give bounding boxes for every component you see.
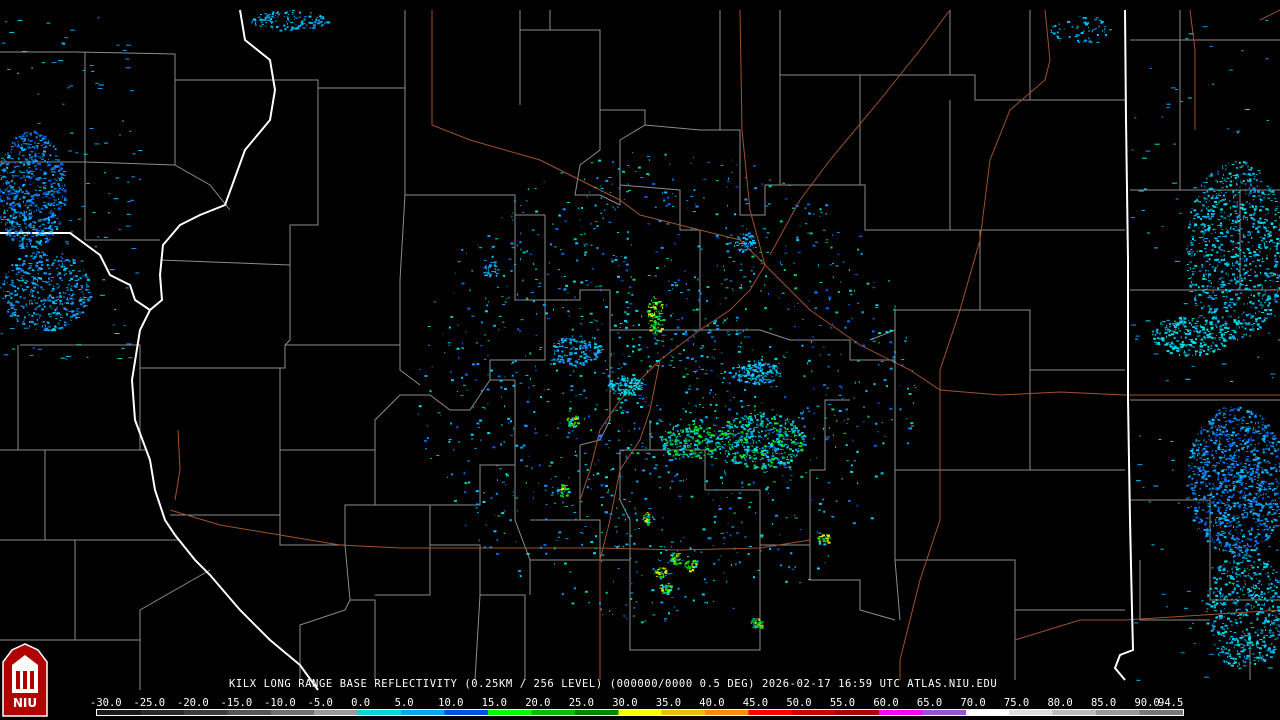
colorbar-label: -25.0 xyxy=(133,697,166,709)
colorbar-label: -15.0 xyxy=(220,697,253,709)
product-caption: KILX LONG RANGE BASE REFLECTIVITY (0.25K… xyxy=(229,678,998,690)
colorbar-label: 90.0 xyxy=(1134,697,1160,709)
colorbar-label: -20.0 xyxy=(177,697,209,709)
colorbar-label: 25.0 xyxy=(568,697,595,709)
reflectivity-colorbar xyxy=(96,709,1184,716)
colorbar-label: 40.0 xyxy=(699,697,725,709)
colorbar-label: 55.0 xyxy=(829,697,856,709)
colorbar-label: -10.0 xyxy=(264,697,296,709)
colorbar-label: 10.0 xyxy=(438,697,464,709)
colorbar-label: 85.0 xyxy=(1090,697,1117,709)
colorbar-label: -30.0 xyxy=(90,697,122,709)
colorbar-label: 70.0 xyxy=(960,697,986,709)
colorbar-label: 94.5 xyxy=(1158,697,1184,709)
colorbar-label: 20.0 xyxy=(525,697,551,709)
niu-logo-text: NIU xyxy=(12,696,38,710)
colorbar-label: 60.0 xyxy=(873,697,899,709)
colorbar-label: 75.0 xyxy=(1003,697,1030,709)
colorbar-label: -5.0 xyxy=(307,697,333,709)
colorbar-label: 80.0 xyxy=(1047,697,1073,709)
radar-map xyxy=(0,0,1280,720)
colorbar-label: 35.0 xyxy=(655,697,682,709)
colorbar-label: 50.0 xyxy=(786,697,812,709)
colorbar-label: 65.0 xyxy=(916,697,943,709)
colorbar-label: 30.0 xyxy=(612,697,638,709)
colorbar-label: 5.0 xyxy=(394,697,414,709)
colorbar-label: 45.0 xyxy=(742,697,769,709)
colorbar-label: 0.0 xyxy=(351,697,371,709)
niu-logo[interactable]: NIU xyxy=(3,646,47,716)
colorbar-label: 15.0 xyxy=(481,697,507,709)
